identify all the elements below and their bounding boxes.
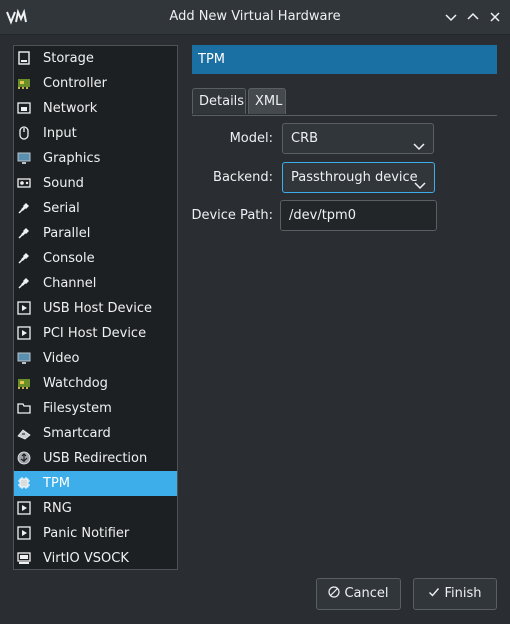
sidebar-item-console[interactable]: Console [14, 246, 177, 271]
rng-device-icon [17, 501, 31, 515]
sidebar-item-graphics[interactable]: Graphics [14, 146, 177, 171]
panic-device-icon [17, 526, 31, 540]
sidebar-item-pci-host-device[interactable]: PCI Host Device [14, 321, 177, 346]
cancel-button[interactable]: Cancel [316, 578, 401, 610]
sidebar-item-filesystem[interactable]: Filesystem [14, 396, 177, 421]
sidebar-item-label: Smartcard [43, 426, 111, 441]
sidebar-item-channel[interactable]: Channel [14, 271, 177, 296]
sidebar-item-label: PCI Host Device [43, 326, 147, 341]
disk-icon [17, 51, 31, 65]
sidebar-item-video[interactable]: Video [14, 346, 177, 371]
smartcard-icon [17, 426, 31, 440]
checkmark-icon [428, 586, 440, 598]
usb-device-icon [17, 301, 31, 315]
tab-xml[interactable]: XML [248, 88, 286, 114]
controller-chip-icon [17, 76, 31, 90]
title-bar: Add New Virtual Hardware [0, 0, 510, 35]
channel-plug-icon [17, 276, 31, 290]
sidebar-item-network[interactable]: Network [14, 96, 177, 121]
sidebar-item-label: Parallel [43, 226, 91, 241]
cancel-button-label: Cancel [344, 586, 389, 601]
model-select-value: CRB [291, 131, 319, 146]
sidebar-item-label: Panic Notifier [43, 526, 130, 541]
backend-select-value: Passthrough device [291, 170, 418, 185]
network-icon [17, 101, 31, 115]
tab-details[interactable]: Details [192, 88, 246, 114]
sidebar-item-label: Controller [43, 76, 107, 91]
sidebar-item-label: Serial [43, 201, 80, 216]
video-monitor-icon [17, 351, 31, 365]
sidebar-item-label: Console [43, 251, 95, 266]
sidebar-item-tpm[interactable]: TPM [14, 471, 177, 496]
serial-plug-icon [17, 201, 31, 215]
tab-bar: Details XML [192, 88, 497, 116]
close-button[interactable] [486, 8, 504, 26]
chevron-down-icon [413, 134, 425, 151]
sidebar-item-usb-host-device[interactable]: USB Host Device [14, 296, 177, 321]
sidebar-item-label: USB Redirection [43, 451, 148, 466]
sidebar-item-watchdog[interactable]: Watchdog [14, 371, 177, 396]
device-path-input[interactable]: /dev/tpm0 [280, 200, 437, 231]
device-header: TPM [192, 45, 497, 74]
backend-select[interactable]: Passthrough device [282, 162, 435, 193]
model-select[interactable]: CRB [282, 123, 434, 154]
sidebar-item-label: Storage [43, 51, 94, 66]
maximize-button[interactable] [464, 8, 482, 26]
cancel-icon [328, 586, 341, 598]
sidebar-item-label: Watchdog [43, 376, 108, 391]
sidebar-item-label: TPM [43, 476, 70, 491]
sidebar-item-label: Channel [43, 276, 97, 291]
chevron-down-icon [414, 173, 426, 190]
sidebar-item-storage[interactable]: Storage [14, 46, 177, 71]
watchdog-chip-icon [17, 376, 31, 390]
finish-button[interactable]: Finish [413, 578, 497, 610]
sidebar-item-usb-redirection[interactable]: USB Redirection [14, 446, 177, 471]
window-title: Add New Virtual Hardware [169, 9, 341, 24]
finish-button-label: Finish [444, 586, 482, 601]
sidebar-item-rng[interactable]: RNG [14, 496, 177, 521]
sidebar-item-panic-notifier[interactable]: Panic Notifier [14, 521, 177, 546]
device-path-label: Device Path: [191, 208, 273, 223]
sidebar-item-label: Video [43, 351, 80, 366]
sidebar-item-label: VirtIO VSOCK [43, 551, 129, 566]
sidebar-item-virtio-vsock[interactable]: VirtIO VSOCK [14, 546, 177, 569]
sidebar-item-label: USB Host Device [43, 301, 153, 316]
sound-card-icon [17, 176, 31, 190]
tpm-chip-icon [17, 476, 31, 490]
sidebar-item-smartcard[interactable]: Smartcard [14, 421, 177, 446]
page-title: TPM [198, 52, 225, 67]
sidebar-item-label: Input [43, 126, 77, 141]
sidebar-item-parallel[interactable]: Parallel [14, 221, 177, 246]
usb-redirection-icon [17, 451, 31, 465]
sidebar-item-label: Filesystem [43, 401, 112, 416]
backend-label: Backend: [213, 170, 273, 185]
sidebar-item-label: Network [43, 101, 98, 116]
model-label: Model: [229, 131, 273, 146]
monitor-icon [17, 151, 31, 165]
sidebar-item-label: Graphics [43, 151, 101, 166]
sidebar-item-controller[interactable]: Controller [14, 71, 177, 96]
vsock-icon [17, 551, 31, 565]
hardware-type-list[interactable]: Storage Controller Network Input Graphic… [13, 45, 178, 570]
parallel-plug-icon [17, 226, 31, 240]
pci-device-icon [17, 326, 31, 340]
console-plug-icon [17, 251, 31, 265]
mouse-icon [17, 126, 31, 140]
folder-icon [17, 401, 31, 415]
sidebar-item-label: Sound [43, 176, 84, 191]
sidebar-item-label: RNG [43, 501, 72, 516]
minimize-button[interactable] [442, 8, 460, 26]
